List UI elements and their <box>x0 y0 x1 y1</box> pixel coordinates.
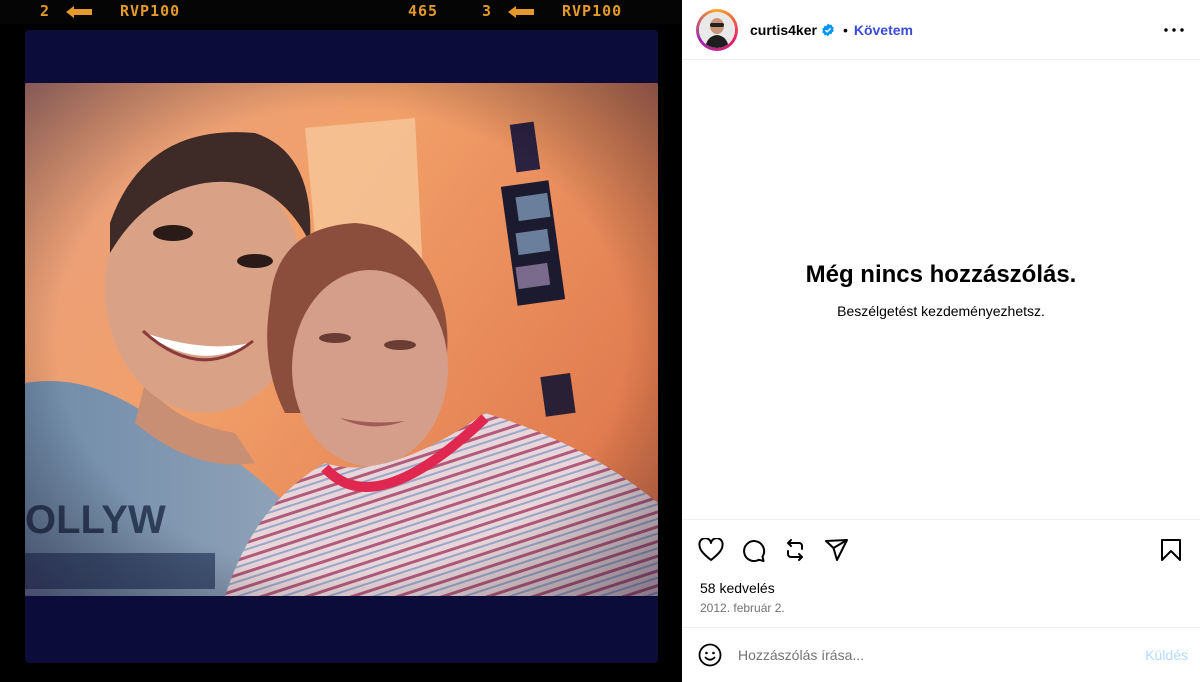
emoji-smiley-icon[interactable] <box>698 643 722 667</box>
film-code-right: RVP100 <box>562 2 623 20</box>
verified-badge-icon <box>821 23 835 37</box>
instagram-post-viewer: 2 RVP100 465 3 RVP100 curtis4ker • Követ… <box>0 0 1200 682</box>
likes-count[interactable]: 58 kedvelés <box>682 580 1200 596</box>
film-frame-right: 3 <box>482 2 493 20</box>
post-media[interactable]: 2 RVP100 465 3 RVP100 <box>0 0 682 682</box>
film-frame-left: 2 <box>40 2 51 20</box>
post-photo: OLLYW <box>25 83 658 596</box>
avatar[interactable] <box>696 8 738 51</box>
more-options-icon[interactable] <box>1162 18 1186 42</box>
photo-illustration: OLLYW <box>25 83 658 596</box>
no-comments-subtitle: Beszélgetést kezdeményezhetsz. <box>837 302 1045 319</box>
comments-section: Még nincs hozzászólás. Beszélgetést kezd… <box>682 60 1200 520</box>
comment-input[interactable] <box>738 647 1146 663</box>
username-link[interactable]: curtis4ker <box>750 22 817 38</box>
send-comment-button[interactable]: Küldés <box>1145 647 1188 663</box>
following-button[interactable]: Követem <box>854 22 913 38</box>
post-date[interactable]: 2012. február 2. <box>682 601 1200 615</box>
film-strip: 2 RVP100 465 3 RVP100 <box>0 0 682 24</box>
post-details-panel: curtis4ker • Követem Még nincs hozzászól… <box>682 0 1200 682</box>
post-header: curtis4ker • Követem <box>682 0 1200 60</box>
bookmark-icon[interactable] <box>1158 537 1184 563</box>
send-paper-plane-icon[interactable] <box>824 537 850 563</box>
avatar-image <box>699 11 735 48</box>
profile-picture-icon <box>699 11 735 48</box>
comment-form: Küldés <box>682 627 1200 682</box>
film-arrow-left-icon <box>66 6 92 18</box>
separator-dot: • <box>842 21 848 38</box>
heart-icon[interactable] <box>698 537 724 563</box>
film-number: 465 <box>408 2 439 20</box>
comment-bubble-icon[interactable] <box>740 537 766 563</box>
film-arrow-right-icon <box>508 6 534 18</box>
film-code-left: RVP100 <box>120 2 181 20</box>
repost-icon[interactable] <box>782 537 808 563</box>
post-actions <box>682 520 1200 580</box>
no-comments-title: Még nincs hozzászólás. <box>805 260 1077 288</box>
